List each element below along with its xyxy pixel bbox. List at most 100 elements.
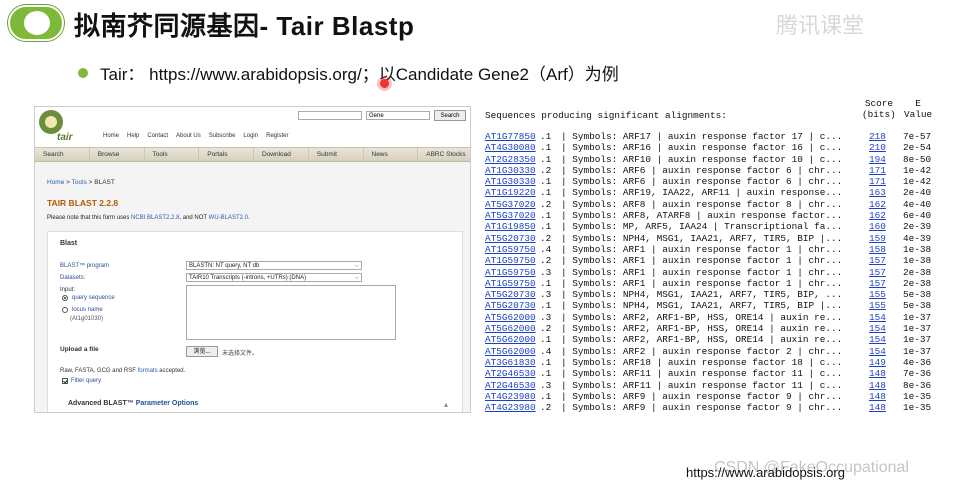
breadcrumb: Home > Tools > BLAST: [47, 179, 115, 186]
tair-search-type-select[interactable]: Gene: [366, 111, 430, 120]
nav-search[interactable]: Search: [35, 148, 90, 161]
accession-link[interactable]: AT1G59750: [485, 267, 536, 278]
accession-link[interactable]: AT5G20730: [485, 300, 536, 311]
accession-version: .1: [540, 187, 552, 199]
nav-download[interactable]: Download: [254, 148, 309, 161]
parameter-options-link[interactable]: Parameter Options: [136, 400, 199, 407]
score-link[interactable]: 159: [869, 233, 886, 244]
accession-link[interactable]: AT1G19850: [485, 221, 536, 232]
watermark: 腾讯课堂: [776, 13, 865, 38]
accession-link[interactable]: AT5G37020: [485, 210, 536, 221]
score-link[interactable]: 160: [869, 221, 886, 232]
score-link[interactable]: 162: [869, 199, 886, 210]
accession-link[interactable]: AT1G19220: [485, 187, 536, 198]
accession-link[interactable]: AT2G46530: [485, 368, 536, 379]
tair-nav-bar: Search Browse Tools Portals Download Sub…: [35, 147, 470, 162]
top-link-subscribe[interactable]: Subscribe: [209, 133, 236, 139]
breadcrumb-tools[interactable]: Tools: [72, 179, 87, 186]
score-link[interactable]: 154: [869, 346, 886, 357]
accession-link[interactable]: AT5G62000: [485, 334, 536, 345]
top-link-register[interactable]: Register: [266, 133, 288, 139]
accession-link[interactable]: AT3G61830: [485, 357, 536, 368]
score-link[interactable]: 157: [869, 267, 886, 278]
accession-link[interactable]: AT5G20730: [485, 289, 536, 300]
accession-link[interactable]: AT2G46530: [485, 380, 536, 391]
score-link[interactable]: 154: [869, 334, 886, 345]
accession-link[interactable]: AT1G59750: [485, 255, 536, 266]
accession-link[interactable]: AT1G30330: [485, 176, 536, 187]
top-link-about[interactable]: About Us: [176, 133, 201, 139]
tair-flower-logo-icon[interactable]: [39, 110, 63, 134]
score-link[interactable]: 154: [869, 323, 886, 334]
table-row: AT5G20730 .3 | Symbols: NPH4, MSG1, IAA21,…: [485, 289, 937, 300]
top-link-login[interactable]: Login: [243, 133, 258, 139]
accession-link[interactable]: AT1G77850: [485, 131, 536, 142]
table-row: AT1G19220 .1 | Symbols: ARF19, IAA22, ARF1…: [485, 187, 937, 198]
filter-query-checkbox[interactable]: Filter query: [62, 378, 101, 384]
alignment-description: | Symbols: NPH4, MSG1, IAA21, ARF7, TIR5…: [561, 232, 843, 244]
top-link-help[interactable]: Help: [127, 133, 139, 139]
evalue: 1e-35: [903, 402, 932, 414]
accession-link[interactable]: AT4G30080: [485, 142, 536, 153]
nav-browse[interactable]: Browse: [90, 148, 145, 161]
table-row: AT2G28350 .1 | Symbols: ARF10 | auxin resp…: [485, 154, 937, 165]
accession-link[interactable]: AT5G37020: [485, 199, 536, 210]
score-link[interactable]: 171: [869, 165, 886, 176]
score-link[interactable]: 148: [869, 402, 886, 413]
formats-link[interactable]: formats: [138, 368, 158, 374]
score-link[interactable]: 155: [869, 289, 886, 300]
accession-link[interactable]: AT5G62000: [485, 346, 536, 357]
score-link[interactable]: 148: [869, 391, 886, 402]
accession-link[interactable]: AT5G20730: [485, 233, 536, 244]
radio-locus-name[interactable]: locus name: [62, 307, 103, 313]
radio-query-sequence[interactable]: query sequence: [62, 295, 115, 301]
accession-version: .3: [540, 289, 552, 301]
expand-icon[interactable]: ▴: [444, 400, 448, 409]
accession-link[interactable]: AT4G23980: [485, 402, 536, 413]
score-link[interactable]: 148: [869, 380, 886, 391]
alignment-description: | Symbols: MP, ARF5, IAA24 | Transcripti…: [561, 221, 843, 233]
accession-link[interactable]: AT1G59750: [485, 278, 536, 289]
nav-abrc-stocks[interactable]: ABRC Stocks: [418, 148, 470, 161]
sequence-textarea[interactable]: [186, 285, 396, 340]
accession-link[interactable]: AT1G59750: [485, 244, 536, 255]
score-link[interactable]: 210: [869, 142, 886, 153]
accession-link[interactable]: AT1G30330: [485, 165, 536, 176]
browse-button[interactable]: 浏览...: [186, 346, 218, 357]
program-select[interactable]: BLASTN: NT query, NT db ⌵: [186, 261, 362, 270]
tair-logo-text[interactable]: tair: [57, 132, 73, 143]
breadcrumb-home[interactable]: Home: [47, 179, 64, 186]
nav-tools[interactable]: Tools: [145, 148, 200, 161]
score-link[interactable]: 148: [869, 368, 886, 379]
breadcrumb-separator: >: [64, 179, 72, 186]
wu-blast-link[interactable]: WU-BLAST2.0: [209, 215, 248, 221]
score-link[interactable]: 149: [869, 357, 886, 368]
score-link[interactable]: 171: [869, 176, 886, 187]
table-row: AT4G30080 .1 | Symbols: ARF16 | auxin resp…: [485, 142, 937, 153]
accession-link[interactable]: AT5G62000: [485, 323, 536, 334]
accession-link[interactable]: AT4G23980: [485, 391, 536, 402]
evalue: 8e-36: [903, 379, 932, 391]
score-link[interactable]: 162: [869, 210, 886, 221]
score-link[interactable]: 163: [869, 187, 886, 198]
nav-portals[interactable]: Portals: [199, 148, 254, 161]
tair-search-button[interactable]: Search: [434, 110, 466, 121]
top-link-contact[interactable]: Contact: [147, 133, 168, 139]
score-link[interactable]: 157: [869, 255, 886, 266]
score-link[interactable]: 194: [869, 154, 886, 165]
nav-news[interactable]: News: [364, 148, 419, 161]
score-link[interactable]: 218: [869, 131, 886, 142]
ncbi-blast-link[interactable]: NCBI BLAST2.2.8: [131, 215, 179, 221]
datasets-select[interactable]: TAIR10 Transcripts (-introns, +UTRs) (DN…: [186, 273, 362, 282]
accession-link[interactable]: AT2G28350: [485, 154, 536, 165]
score-link[interactable]: 154: [869, 312, 886, 323]
top-link-home[interactable]: Home: [103, 133, 119, 139]
score-link[interactable]: 158: [869, 244, 886, 255]
score-link[interactable]: 155: [869, 300, 886, 311]
score-link[interactable]: 157: [869, 278, 886, 289]
accession-link[interactable]: AT5G62000: [485, 312, 536, 323]
nav-submit[interactable]: Submit: [309, 148, 364, 161]
table-row: AT5G62000 .3 | Symbols: ARF2, ARF1-BP, HSS…: [485, 312, 937, 323]
tair-search-input[interactable]: [298, 111, 362, 120]
advanced-prefix: Advanced BLAST™: [68, 400, 136, 407]
